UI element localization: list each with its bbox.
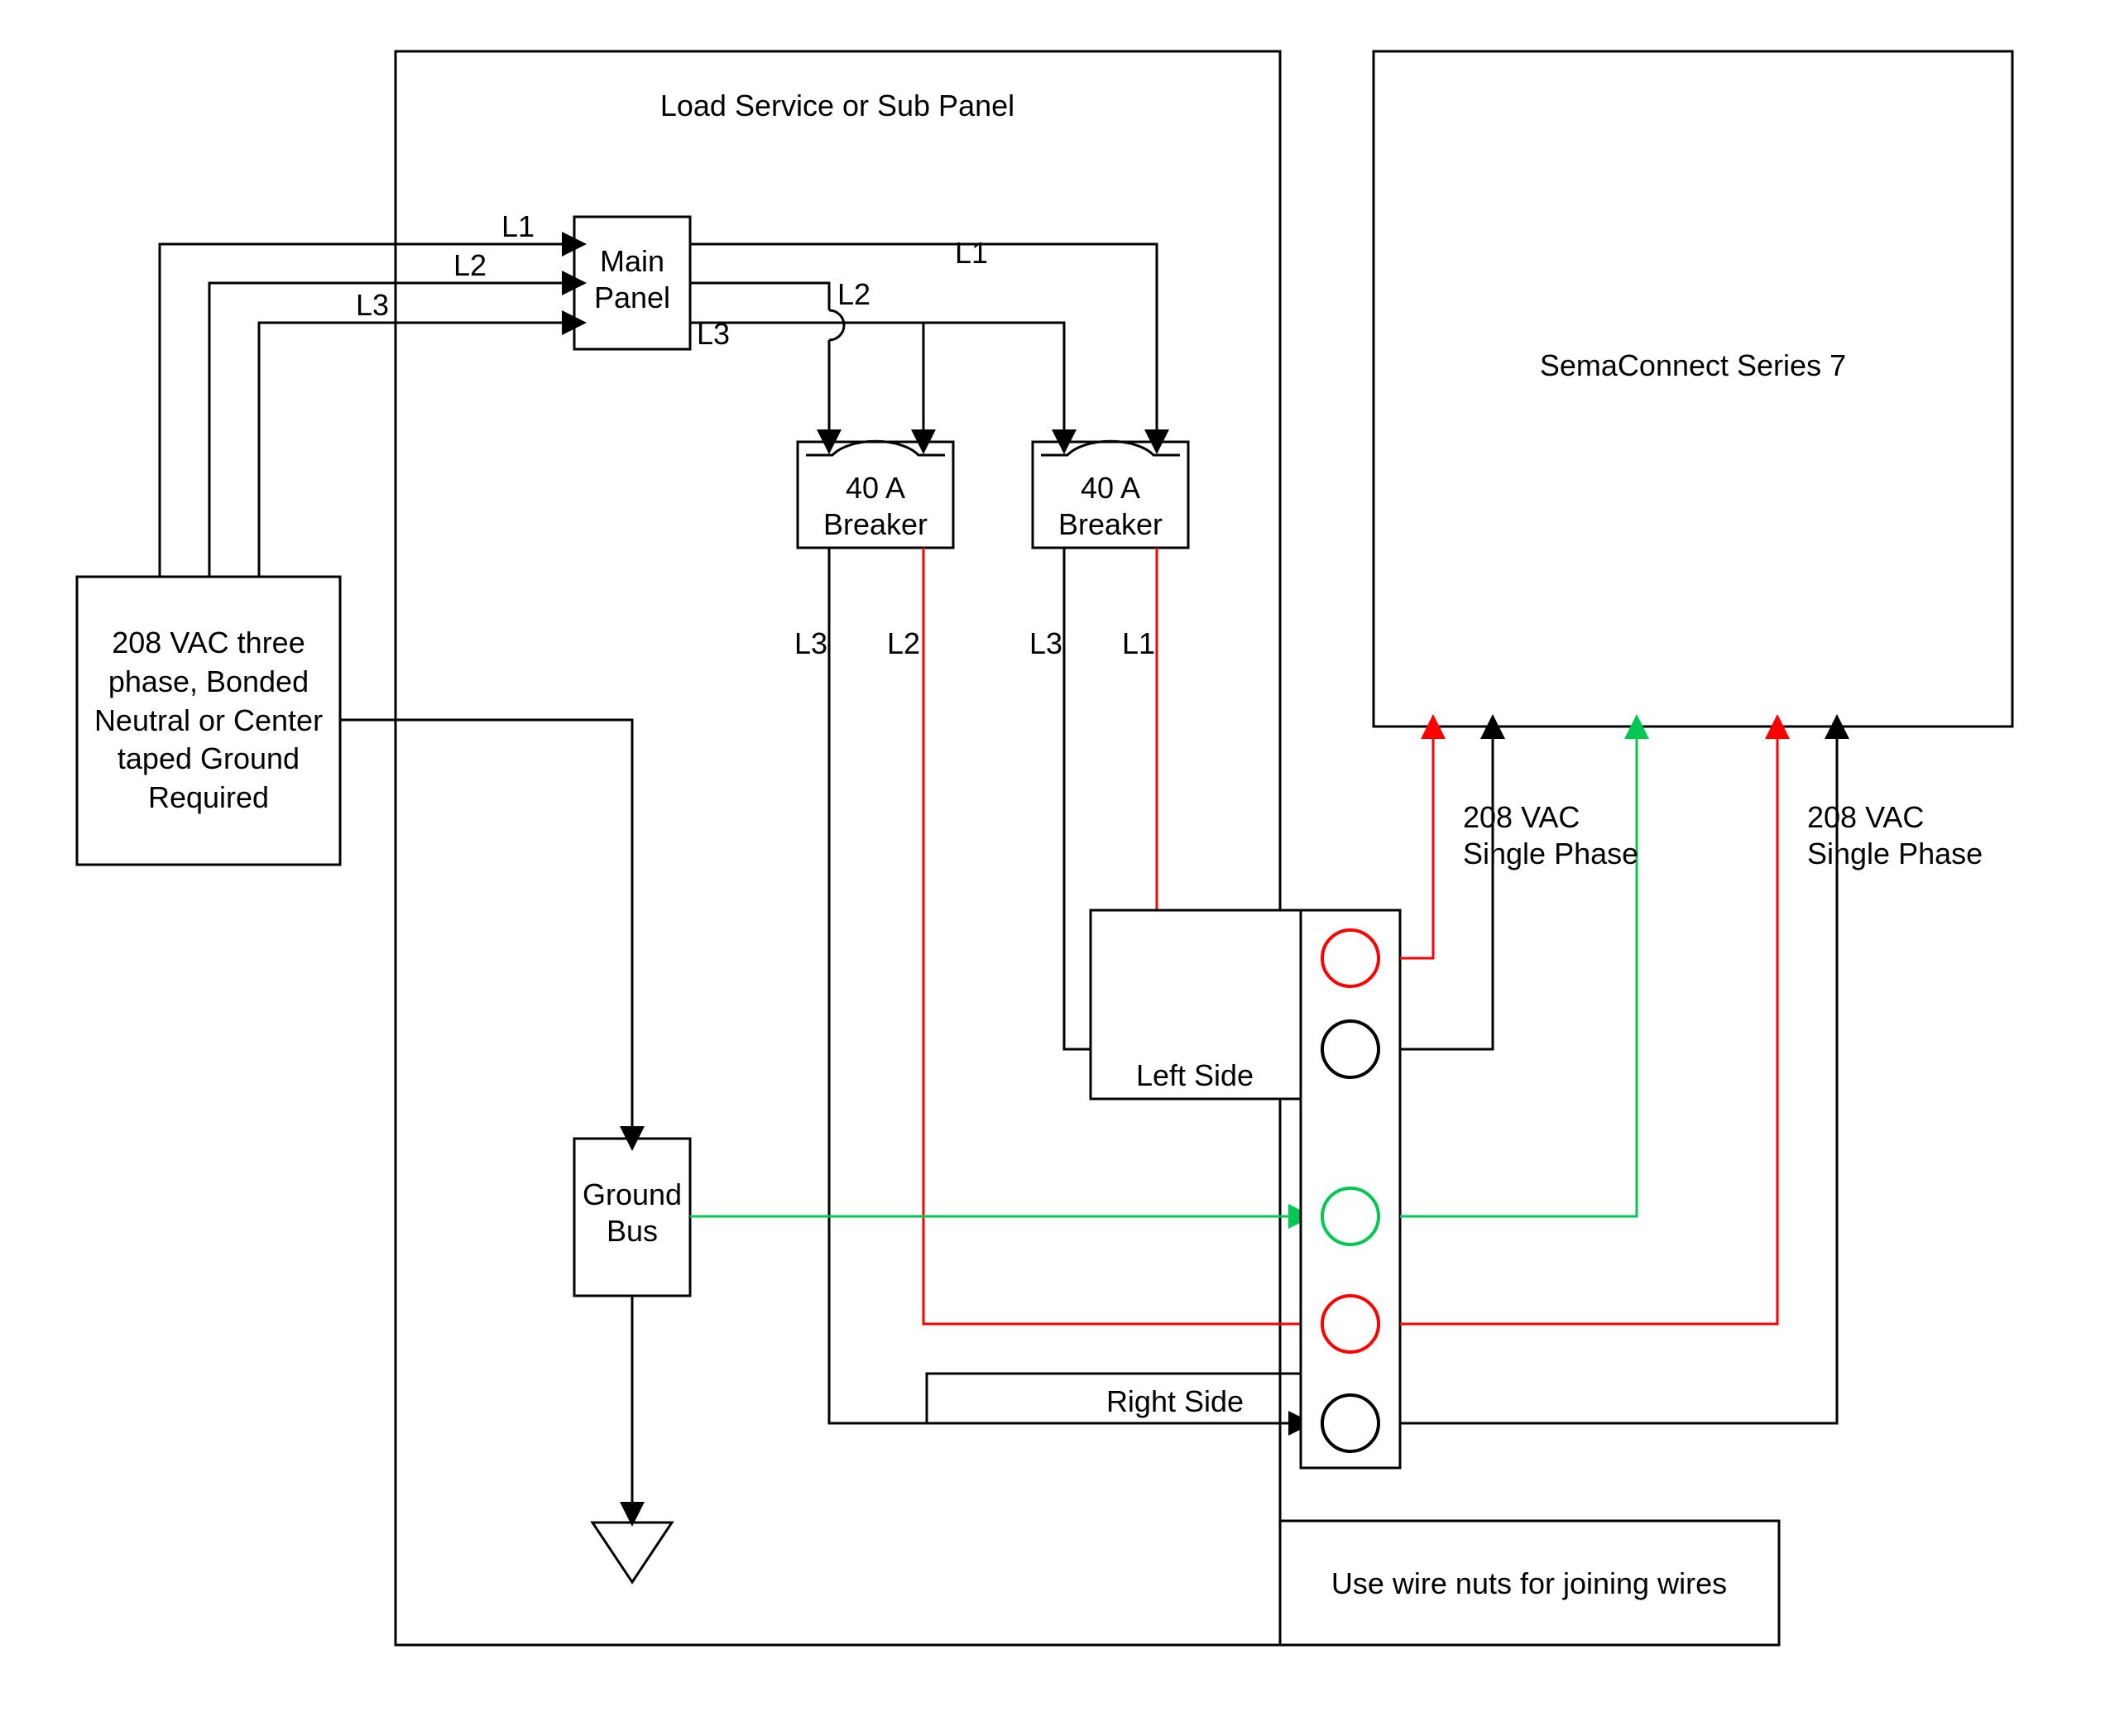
main-panel-label-1: Main (600, 244, 664, 278)
line-label-L1-1: L1 (501, 209, 535, 243)
breaker2-out-L1: L1 (1122, 626, 1155, 660)
phase-label-right-2: Single Phase (1807, 837, 1983, 870)
line-label-L2-2: L2 (837, 277, 870, 311)
main-panel-label-2: Panel (594, 281, 670, 314)
device-box (1374, 51, 2012, 727)
right-side-label: Right Side (1106, 1384, 1244, 1418)
source-box-text: 208 VAC three phase, Bonded Neutral or C… (85, 585, 332, 856)
breaker1-out-L2: L2 (887, 626, 920, 660)
ground-bus-l1: Ground (583, 1177, 682, 1211)
breaker-2-text: Breaker (1058, 507, 1163, 541)
line-label-L2-1: L2 (453, 248, 487, 282)
device-label: SemaConnect Series 7 (1540, 348, 1846, 382)
phase-label-right-1: 208 VAC (1807, 800, 1924, 834)
line-label-L3-1: L3 (356, 288, 389, 322)
breaker2-out-L3: L3 (1029, 626, 1062, 660)
phase-label-left-2: Single Phase (1463, 837, 1638, 870)
panel-title: Load Service or Sub Panel (660, 89, 1014, 122)
breaker1-out-L3: L3 (794, 626, 827, 660)
line-label-L3-2: L3 (697, 317, 730, 351)
breaker-1-amps: 40 A (846, 471, 905, 505)
line-label-L1-2: L1 (955, 236, 988, 270)
breaker-2-amps: 40 A (1081, 471, 1140, 505)
wire-nuts-text: Use wire nuts for joining wires (1331, 1566, 1727, 1600)
phase-label-left-1: 208 VAC (1463, 800, 1580, 834)
left-side-label: Left Side (1136, 1058, 1254, 1092)
ground-bus-l2: Bus (607, 1214, 658, 1248)
breaker-1-text: Breaker (823, 507, 928, 541)
